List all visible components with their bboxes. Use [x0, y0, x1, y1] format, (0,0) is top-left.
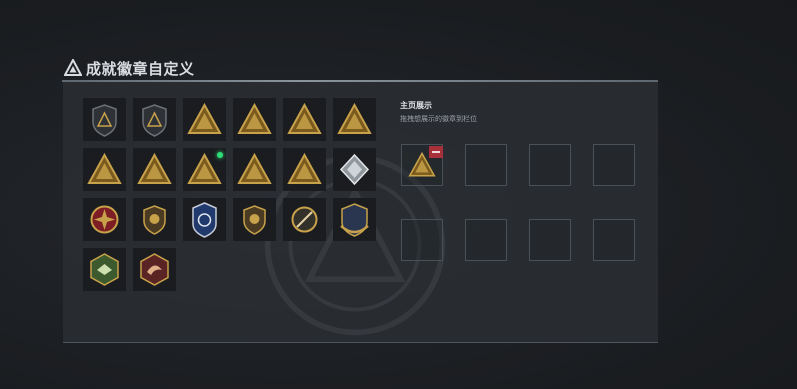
minus-icon — [432, 151, 440, 153]
badge-item[interactable] — [183, 198, 226, 241]
squad-triangle-icon — [237, 152, 272, 184]
display-slot[interactable] — [593, 144, 635, 186]
new-indicator-dot — [217, 152, 223, 158]
display-slot[interactable] — [401, 219, 443, 261]
laurel-shield-icon — [340, 203, 369, 237]
display-slot[interactable] — [465, 219, 507, 261]
badge-item[interactable] — [233, 198, 276, 241]
badge-item[interactable] — [133, 148, 176, 191]
lion-shield-icon — [243, 205, 266, 235]
badge-item[interactable] — [83, 98, 126, 141]
title-triangle-icon — [64, 59, 82, 76]
badge-item[interactable] — [333, 198, 376, 241]
police-badge-icon — [192, 202, 217, 238]
shield-emblem-icon — [92, 104, 117, 137]
container-triangle-icon — [137, 152, 172, 184]
badge-item[interactable] — [333, 148, 376, 191]
badge-item[interactable] — [283, 148, 326, 191]
supply-crate-triangle-icon — [187, 102, 222, 134]
badge-item[interactable] — [133, 198, 176, 241]
badge-item[interactable] — [233, 98, 276, 141]
page-title: 成就徽章自定义 — [86, 59, 195, 78]
page-title-bar: 成就徽章自定义 — [64, 58, 195, 78]
cannon-triangle-icon — [337, 102, 372, 134]
remove-slot-button[interactable] — [429, 146, 443, 158]
sword-ring-icon — [291, 206, 318, 233]
badge-item[interactable] — [233, 148, 276, 191]
number-one-triangle-icon — [87, 152, 122, 184]
badge-item[interactable] — [283, 98, 326, 141]
badge-item[interactable] — [283, 198, 326, 241]
display-section-title: 主页展示 — [400, 101, 432, 110]
display-section-hint: 拖拽想展示的徽章到栏位 — [400, 115, 477, 123]
badge-item[interactable] — [183, 98, 226, 141]
dragon-hexagon-icon — [140, 253, 169, 286]
helicopter-emblem-icon — [142, 104, 167, 137]
badge-item[interactable] — [333, 98, 376, 141]
silver-diamond-icon — [339, 153, 370, 186]
badge-item[interactable] — [183, 148, 226, 191]
badge-item[interactable] — [83, 248, 126, 291]
badge-item[interactable] — [133, 248, 176, 291]
display-slot[interactable] — [529, 219, 571, 261]
badge-item[interactable] — [83, 148, 126, 191]
badge-item[interactable] — [83, 198, 126, 241]
shield-crest-icon — [143, 205, 166, 235]
eagle-hexagon-icon — [90, 253, 119, 286]
display-slot[interactable] — [593, 219, 635, 261]
badge-item[interactable] — [133, 98, 176, 141]
cross-medal-icon — [90, 205, 119, 234]
display-slot[interactable] — [465, 144, 507, 186]
display-slot[interactable] — [529, 144, 571, 186]
boat-triangle-icon — [287, 102, 322, 134]
vehicle-triangle-icon — [237, 102, 272, 134]
crossed-rifles-triangle-icon — [287, 152, 322, 184]
